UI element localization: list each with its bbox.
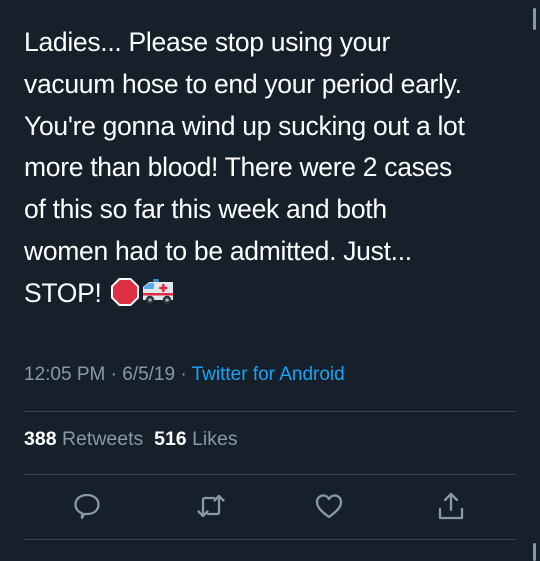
like-icon[interactable] — [314, 491, 344, 521]
tweet-text: Ladies... Please stop using your vacuum … — [24, 22, 524, 315]
meta-separator: · — [110, 364, 117, 385]
tweet-text-line: women had to be admitted. Just... — [24, 235, 412, 266]
tweet-text-line: vacuum hose to end your period early. — [24, 68, 462, 99]
ambulance-icon — [141, 277, 175, 305]
tweet-text-last-line: STOP! — [24, 273, 524, 315]
tweet-text-line: of this so far this week and both — [24, 194, 387, 225]
share-icon[interactable] — [436, 491, 466, 521]
retweets-stat[interactable]: 388 Retweets — [24, 428, 143, 450]
tweet-date: 6/5/19 — [122, 364, 176, 385]
tweet-text-line: You're gonna wind up sucking out a lot — [24, 110, 465, 141]
reply-icon[interactable] — [72, 491, 102, 521]
retweets-label: Retweets — [61, 428, 144, 450]
likes-label: Likes — [192, 428, 238, 450]
divider — [24, 474, 516, 475]
retweets-count: 388 — [24, 428, 57, 450]
divider — [24, 411, 516, 412]
tweet-text-line: Ladies... Please stop using your — [24, 27, 391, 57]
tweet-text-line: STOP! — [24, 277, 102, 308]
scrollbar[interactable] — [533, 543, 536, 561]
stop-sign-icon — [110, 277, 140, 307]
scrollbar[interactable] — [533, 8, 536, 30]
tweet-stats: 388 Retweets 516 Likes — [24, 428, 238, 451]
retweet-icon[interactable] — [196, 491, 226, 521]
tweet-text-line: more than blood! There were 2 cases — [24, 152, 452, 183]
tweet-time: 12:05 PM — [24, 364, 106, 385]
likes-count: 516 — [154, 428, 187, 450]
tweet-source-link[interactable]: Twitter for Android — [192, 364, 345, 385]
likes-stat[interactable]: 516 Likes — [154, 428, 238, 450]
tweet-metadata: 12:05 PM · 6/5/19 · Twitter for Android — [24, 364, 345, 386]
divider — [24, 539, 516, 540]
meta-separator: · — [180, 364, 187, 385]
